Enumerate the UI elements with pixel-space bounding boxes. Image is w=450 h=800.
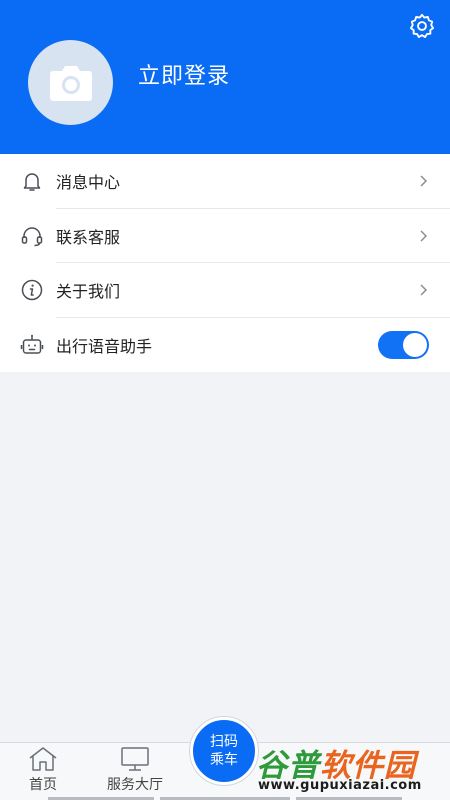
scan-ride-line1: 扫码	[210, 734, 238, 750]
menu-item-customer-service[interactable]: 联系客服	[0, 209, 450, 263]
profile-header: 立即登录	[0, 0, 450, 154]
chevron-right-icon	[420, 284, 428, 296]
headset-icon	[21, 227, 43, 246]
menu-item-label: 联系客服	[56, 227, 121, 247]
watermark: 谷普软件园 www.gupuxiazai.com	[248, 738, 450, 800]
menu-item-messages[interactable]: 消息中心	[0, 154, 450, 209]
chevron-right-icon	[420, 175, 428, 187]
watermark-url: www.gupuxiazai.com	[258, 778, 422, 793]
menu-item-about-us[interactable]: 关于我们	[0, 263, 450, 318]
menu-item-label: 消息中心	[56, 173, 121, 193]
toggle-knob	[403, 332, 427, 357]
robot-icon	[20, 334, 44, 354]
monitor-icon	[121, 747, 149, 771]
menu-item-label: 关于我们	[56, 282, 121, 302]
login-link[interactable]: 立即登录	[138, 58, 230, 90]
menu-item-voice-assistant: 出行语音助手	[0, 318, 450, 373]
info-icon	[21, 280, 43, 301]
tab-label: 首页	[29, 777, 57, 793]
settings-menu: 消息中心 联系客服 关于我们 出行语音助手	[0, 154, 450, 372]
home-icon	[29, 747, 57, 771]
tab-service-hall[interactable]: 服务大厅	[95, 746, 175, 794]
bell-icon	[23, 173, 41, 191]
chevron-right-icon	[420, 230, 428, 242]
menu-item-label: 出行语音助手	[56, 336, 153, 356]
tab-label: 服务大厅	[107, 777, 163, 793]
scan-ride-line2: 乘车	[210, 752, 238, 768]
camera-icon	[49, 65, 92, 101]
tab-home[interactable]: 首页	[3, 746, 83, 794]
voice-assistant-toggle[interactable]	[378, 330, 429, 359]
gear-icon[interactable]	[408, 12, 436, 40]
avatar[interactable]	[28, 40, 113, 125]
